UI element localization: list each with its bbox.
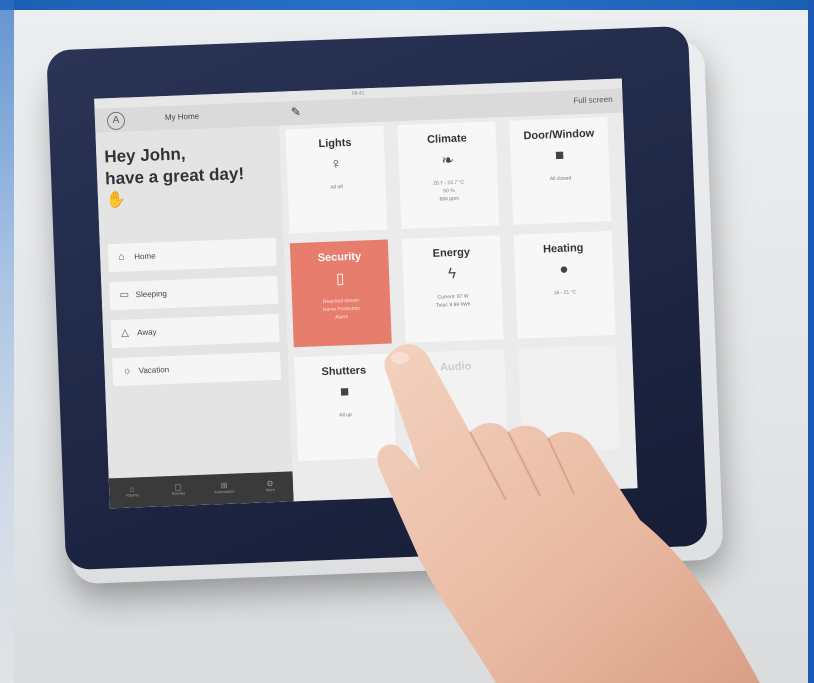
hand-palm [377,344,760,683]
pointing-hand-illustration [377,344,760,683]
fingernail [391,352,409,364]
